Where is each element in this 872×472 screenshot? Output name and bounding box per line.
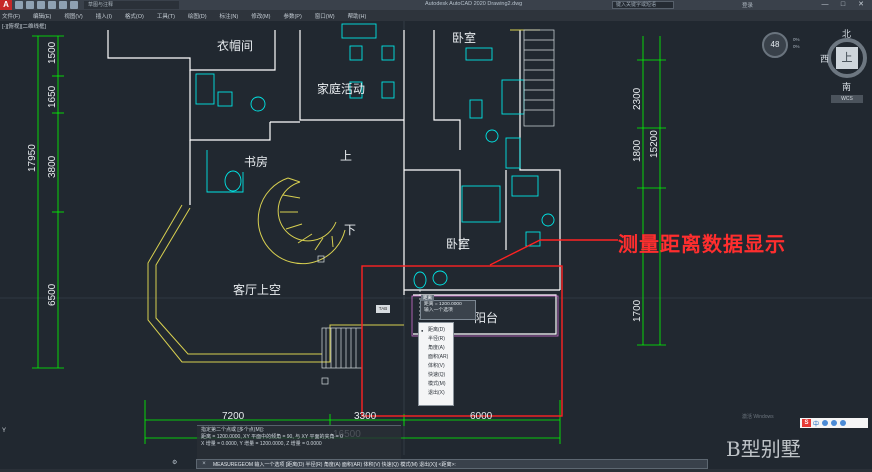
window-title: Autodesk AutoCAD 2020 Drawing2.dwg [425,1,523,7]
viewcube[interactable]: 北 西 上 南 WCS [820,27,871,104]
title-bar: A 草图与注释 Autodesk AutoCAD 2020 Drawing2.d… [0,0,872,10]
redo-icon[interactable] [70,1,78,9]
ime-settings-icon[interactable] [840,420,847,426]
search-input[interactable]: 键入关键字或短语 [612,1,674,9]
menu-dimension[interactable]: 标注(N) [220,12,239,20]
history-line: 指定第二个点或 [多个点(M)]: [201,427,265,433]
stairs-down-label: 下 [344,223,356,237]
print-icon[interactable] [48,1,56,9]
menu-option-area[interactable]: 面积(AR) [419,353,453,362]
menu-draw[interactable]: 绘图(D) [188,12,207,20]
grip-marker[interactable] [321,377,329,385]
tooltip-title: 距离 [421,295,434,301]
command-line-customize-icon[interactable]: ⚙ [172,459,177,466]
windows-activation-notice: 激活 Windows [742,414,774,420]
dim-left-1500: 1500 [47,41,58,64]
command-history: 指定第二个点或 [多个点(M)]: 距离 = 1200.0000, XY 平面中… [197,425,401,459]
undo-icon[interactable] [59,1,67,9]
menu-option-quick[interactable]: 快速(Q) [419,371,453,380]
menu-option-angle[interactable]: 角度(A) [419,344,453,353]
tab-hint: TAB [376,305,390,313]
ime-mic-icon[interactable] [822,420,829,426]
room-label-bedroom-top: 卧室 [452,30,476,45]
menu-option-distance[interactable]: 距离(D) [419,326,453,335]
minimize-button[interactable]: — [816,0,834,10]
ime-skin-icon[interactable] [831,420,838,426]
menu-insert[interactable]: 插入(I) [96,12,112,20]
ime-toolbar[interactable]: S 中 [800,418,868,428]
menu-option-mode[interactable]: 模式(M) [419,380,453,389]
ime-language-toggle[interactable]: 中 [813,419,819,428]
room-label-family-room: 家庭活动 [317,81,365,96]
workspace-dropdown[interactable]: 草图与注释 [84,1,179,9]
maximize-button[interactable]: □ [834,0,852,10]
room-label-cloakroom: 衣帽间 [217,38,253,53]
menu-view[interactable]: 视图(V) [64,12,82,20]
save-icon[interactable] [37,1,45,9]
viewport-controls[interactable]: [-][俯视][二维线框] [2,22,46,30]
highlight-box [361,239,618,417]
dim-bottom-7200: 7200 [222,411,245,422]
walls [107,30,561,335]
command-input[interactable]: MEASUREGEOM 输入一个选项 [距离(D) 半径(R) 角度(A) 面积… [213,461,456,468]
command-line[interactable]: × MEASUREGEOM 输入一个选项 [距离(D) 半径(R) 角度(A) … [196,459,708,469]
dim-left-1650: 1650 [47,85,58,108]
dynamic-input-tooltip: 距离 距离 = 1200.0000 输入一个选项 [420,295,476,320]
room-label-living-void: 客厅上空 [233,282,281,297]
close-button[interactable]: ✕ [852,0,870,10]
ucs-icon: Y [2,428,7,434]
dim-left-3800: 3800 [47,155,58,178]
stairs-up-label: 上 [340,149,352,163]
zoom-gauge[interactable]: 48 [762,32,788,58]
compass-south[interactable]: 南 [842,80,851,93]
room-label-bedroom-mid: 卧室 [446,236,470,251]
new-file-icon[interactable] [15,1,23,9]
dim-left-6500: 6500 [47,283,58,306]
watermark-text: B型别墅 [726,437,801,461]
menu-parametric[interactable]: 参数(P) [283,12,301,20]
autocad-logo-icon[interactable]: A [0,0,12,10]
menu-window[interactable]: 窗口(W) [315,12,335,20]
menu-option-radius[interactable]: 半径(R) [419,335,453,344]
dim-right-1700: 1700 [632,299,643,322]
menu-option-exit[interactable]: 退出(X) [419,389,453,398]
dim-bottom-6000: 6000 [470,411,493,422]
compass-west[interactable]: 西 [820,52,829,65]
history-line: 距离 = 1200.0000, XY 平面中的倾角 = 90, 与 XY 平面的… [201,434,343,440]
open-file-icon[interactable] [26,1,34,9]
room-label-balcony: 阳台 [474,310,498,325]
dim-bottom-3300: 3300 [354,411,377,422]
command-close-icon[interactable]: × [197,460,211,468]
dim-right-1800: 1800 [632,139,643,162]
dim-left-total: 17950 [27,144,38,172]
menu-file[interactable]: 文件(F) [2,12,20,20]
option-context-menu: 距离(D) 半径(R) 角度(A) 面积(AR) 体积(V) 快速(Q) 模式(… [418,322,454,406]
wcs-dropdown[interactable]: WCS [831,95,863,103]
menu-option-volume[interactable]: 体积(V) [419,362,453,371]
menu-help[interactable]: 帮助(H) [348,12,367,20]
sogou-icon[interactable]: S [802,419,811,427]
sign-in-button[interactable]: 登录 [742,1,753,9]
menu-format[interactable]: 格式(O) [125,12,144,20]
menu-edit[interactable]: 编辑(E) [33,12,51,20]
annotation-text: 测量距离数据显示 [618,234,786,256]
dim-right-2300: 2300 [632,87,643,110]
menu-tools[interactable]: 工具(T) [157,12,175,20]
menu-bar: 文件(F) 编辑(E) 视图(V) 插入(I) 格式(O) 工具(T) 绘图(D… [0,10,872,21]
dim-right-15200: 15200 [649,130,660,158]
history-line: X 增量 = 0.0000, Y 增量 = 1200.0000, Z 增量 = … [201,441,322,447]
viewcube-top-face[interactable]: 上 [836,47,858,69]
tooltip-prompt: 输入一个选项 [424,308,453,313]
gauge-info: 0% 0% [793,37,800,49]
room-label-study: 书房 [244,154,268,169]
compass-north[interactable]: 北 [842,27,851,40]
menu-modify[interactable]: 修改(M) [251,12,270,20]
